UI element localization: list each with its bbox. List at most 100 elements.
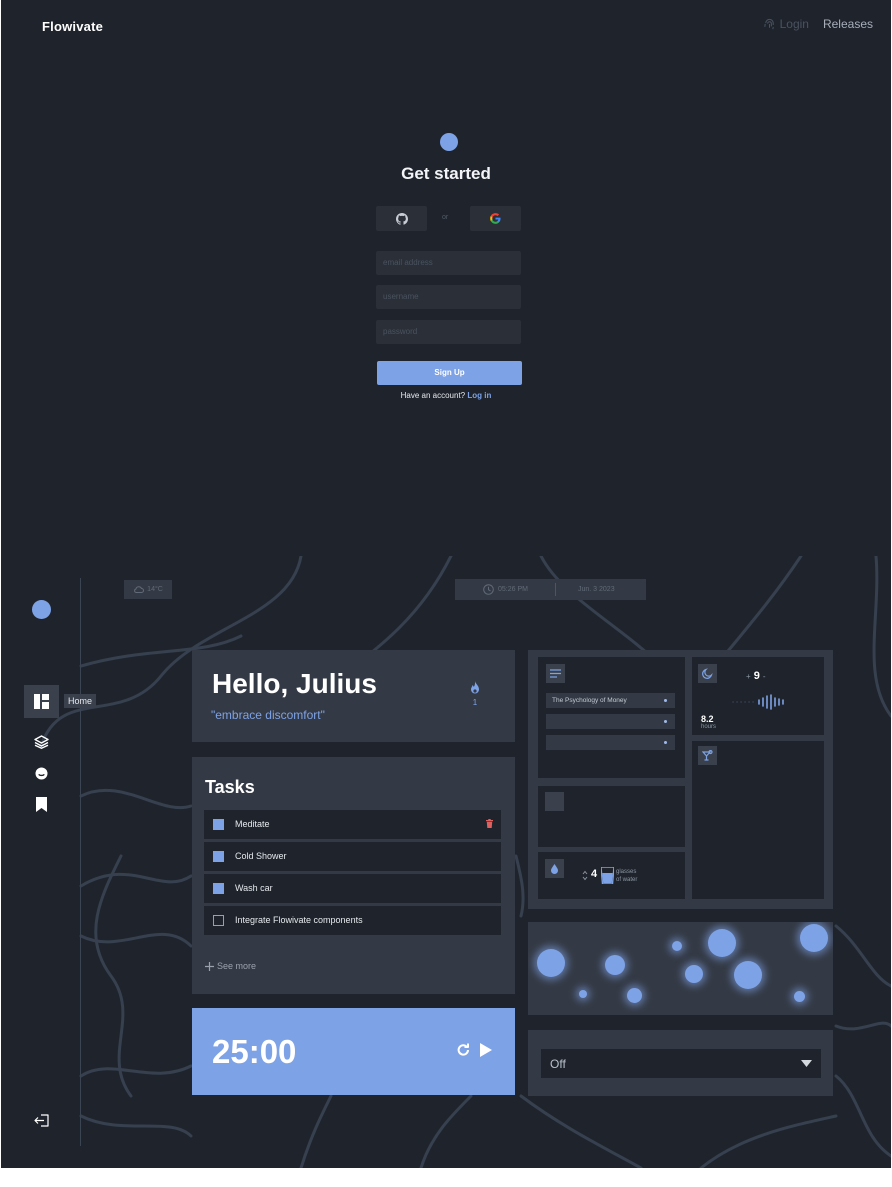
sleep-minus[interactable]: -	[763, 672, 766, 681]
trash-icon[interactable]	[486, 819, 493, 828]
task-item[interactable]: Integrate Flowivate components	[204, 906, 501, 935]
water-widget: 4 glasses of water	[538, 852, 685, 899]
task-item[interactable]: Wash car	[204, 874, 501, 903]
tasks-title: Tasks	[205, 777, 255, 797]
sidebar-divider	[80, 578, 81, 1146]
password-field[interactable]: password	[376, 320, 521, 344]
top-nav: Login Releases	[763, 17, 873, 31]
brand-logo[interactable]: Flowivate	[42, 19, 103, 34]
releases-link[interactable]: Releases	[823, 17, 873, 31]
sleep-goal-value: 9	[753, 670, 760, 682]
bubble	[794, 991, 805, 1002]
or-divider: or	[442, 214, 449, 221]
task-label: Cold Shower	[235, 851, 287, 861]
bubble	[734, 961, 762, 989]
moon-icon	[702, 668, 713, 679]
google-icon	[490, 213, 501, 224]
book-item[interactable]	[546, 735, 675, 750]
glass-icon	[601, 867, 614, 884]
task-item[interactable]: Meditate	[204, 810, 501, 839]
date-text: Jun. 3 2023	[578, 586, 615, 593]
bubble	[605, 955, 625, 975]
sidebar-item-home[interactable]	[24, 685, 59, 718]
widget-button[interactable]	[545, 792, 564, 811]
task-checkbox[interactable]	[213, 819, 224, 830]
greeting-quote: "embrace discomfort"	[211, 708, 325, 722]
list-icon	[550, 669, 561, 678]
login-link-bottom[interactable]: Log in	[467, 391, 491, 400]
reset-icon[interactable]	[456, 1042, 471, 1057]
sleep-hours-label: hours	[701, 724, 717, 730]
book-item[interactable]	[546, 714, 675, 729]
water-label-line1: glasses	[616, 869, 637, 875]
task-label: Meditate	[235, 819, 270, 829]
bubble	[579, 990, 587, 998]
water-label: glasses of water	[616, 868, 637, 884]
task-checkbox[interactable]	[213, 883, 224, 894]
time-section: 05:26 PM	[455, 584, 555, 595]
logout-icon[interactable]	[34, 1114, 49, 1127]
water-count: 4	[591, 868, 598, 880]
sound-select[interactable]: Off	[541, 1049, 821, 1078]
google-login-button[interactable]	[470, 206, 521, 231]
cloud-icon	[134, 586, 145, 593]
signup-button[interactable]: Sign Up	[377, 361, 522, 385]
trackers-card: The Psychology of Money 4 glasses of wat…	[528, 650, 833, 909]
dashboard-logo[interactable]	[32, 600, 51, 619]
sleep-button[interactable]	[698, 664, 717, 683]
weather-widget: 14°C	[124, 580, 172, 599]
bubble	[800, 924, 828, 952]
timer-controls	[456, 1042, 492, 1057]
bubble	[537, 949, 565, 977]
book-dot	[664, 741, 667, 744]
water-label-line2: of water	[616, 877, 638, 883]
task-checkbox[interactable]	[213, 851, 224, 862]
play-icon[interactable]	[479, 1042, 492, 1057]
app-logo	[440, 133, 458, 151]
drink-button[interactable]	[698, 746, 717, 765]
greeting-title: Hello, Julius	[212, 668, 377, 699]
empty-widget	[538, 786, 685, 847]
layers-icon[interactable]	[34, 735, 49, 749]
mood-icon[interactable]	[35, 767, 48, 780]
signup-title: Get started	[401, 164, 491, 183]
bubble	[627, 988, 642, 1003]
temperature-text: 14°C	[147, 586, 163, 593]
github-login-button[interactable]	[376, 206, 427, 231]
clock-icon	[483, 584, 494, 595]
email-field[interactable]: email address	[376, 251, 521, 275]
sleep-waveform	[732, 694, 784, 710]
stepper-icon[interactable]	[582, 870, 588, 881]
task-label: Wash car	[235, 883, 273, 893]
page: Flowivate Login Releases Get started or …	[1, 0, 891, 1168]
sleep-plus[interactable]: +	[746, 672, 751, 681]
username-field[interactable]: username	[376, 285, 521, 309]
book-item[interactable]: The Psychology of Money	[546, 693, 675, 708]
bubble	[672, 941, 682, 951]
sleep-goal: + 9 -	[746, 670, 766, 682]
bubble	[685, 965, 703, 983]
book-dot	[664, 720, 667, 723]
cocktail-icon	[702, 750, 713, 761]
task-checkbox[interactable]	[213, 915, 224, 926]
plus-icon	[205, 961, 214, 971]
pomodoro-timer: 25:00	[192, 1008, 515, 1095]
breathing-bubbles	[528, 922, 833, 1015]
github-icon	[395, 212, 408, 225]
bookmark-icon[interactable]	[36, 797, 47, 812]
login-link[interactable]: Login	[763, 17, 809, 31]
book-title: The Psychology of Money	[552, 697, 627, 704]
caret-down-icon	[801, 1060, 812, 1067]
flame-icon	[471, 681, 479, 694]
task-item[interactable]: Cold Shower	[204, 842, 501, 871]
books-button[interactable]	[546, 664, 565, 683]
books-widget: The Psychology of Money	[538, 657, 685, 778]
dashboard-icon	[34, 694, 49, 709]
see-more-button[interactable]: See more	[205, 961, 256, 971]
tasks-card: Tasks Meditate Cold Shower Wash car Inte…	[192, 757, 515, 994]
task-label: Integrate Flowivate components	[235, 915, 363, 925]
water-button[interactable]	[545, 859, 564, 878]
ambient-sound-card: Off	[528, 1030, 833, 1096]
streak-count: 1	[472, 698, 478, 707]
streak-counter: 1	[469, 681, 481, 707]
